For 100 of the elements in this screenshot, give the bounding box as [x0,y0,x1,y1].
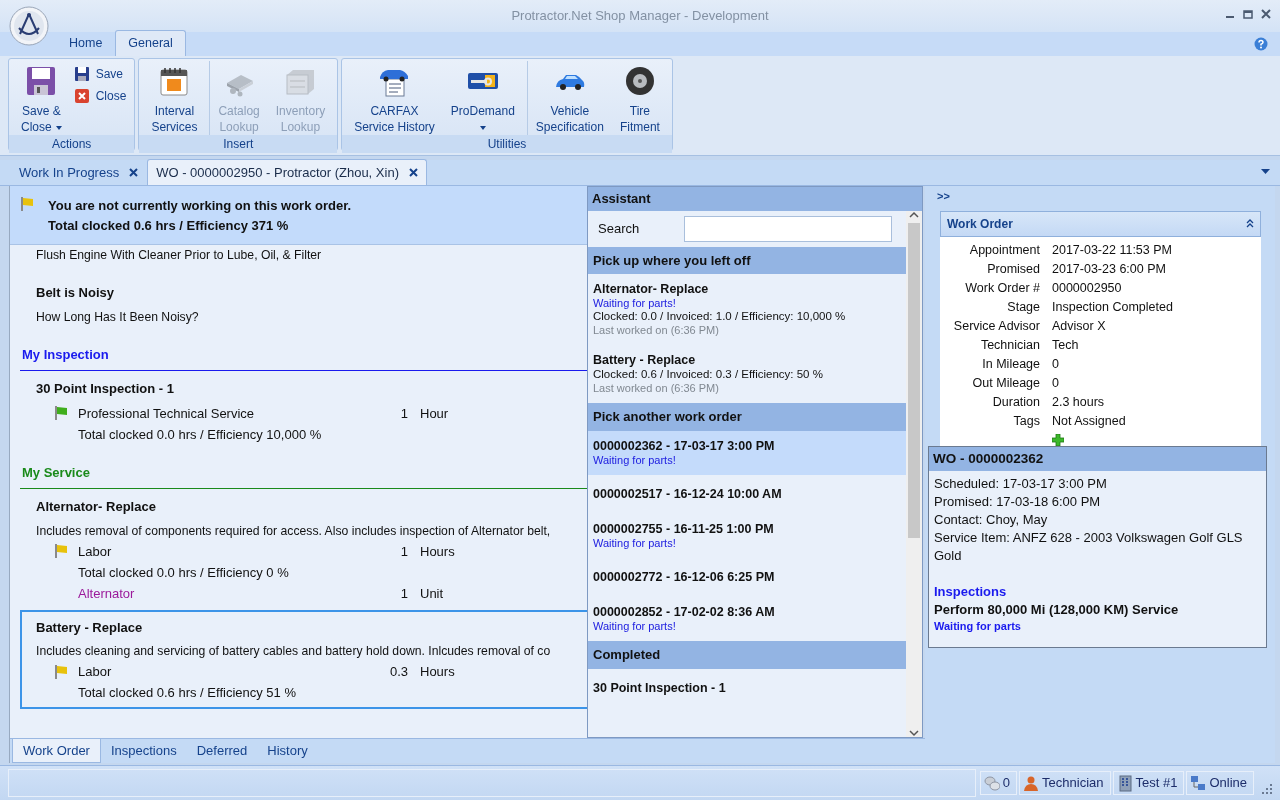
detail-text: Promised: 17-03-18 6:00 PM [933,492,1102,511]
entry-title: Alternator- Replace [593,282,710,297]
status-item[interactable]: Online [1186,771,1254,795]
status-item[interactable]: 0 [979,771,1018,795]
field-label: Search [598,219,641,238]
field-value: 0000002950 [1052,279,1122,297]
status-text: 0 [1002,774,1011,793]
description-text: Flush Engine With Cleaner Prior to Lube, Oil, & Filter [35,247,322,264]
description-text: Includes cleaning and servicing of battery cables and battery hold down. Inlcudes removal of co [36,643,551,660]
entry-title: 0000002852 - 17-02-02 8:36 AM [593,605,776,621]
field-label: In Mileage [981,355,1041,373]
detail-text: Service Item: ANFZ 628 - 2003 Volkswagen Golf GLS Gold [933,528,1244,565]
close-icon[interactable] [129,167,139,177]
entry-title: 0000002362 - 17-03-17 3:00 PM [593,438,776,454]
ribbon-button[interactable]: Save [69,65,131,83]
chat-icon [983,774,1000,792]
close-icon[interactable] [1260,8,1272,20]
status-text: Waiting for parts! [593,453,677,467]
tab[interactable]: Deferred [186,739,258,763]
expand-button[interactable]: >> [926,188,1275,205]
selected-job-card[interactable]: Battery - Replace Includes cleaning and servicing of battery cables and battery hold down. Inlcudes removal of co Labor 0.3 Hours Total clocked 0.6 hrs / Efficiency 51 % [20,609,587,709]
tab[interactable]: Inspections [100,739,187,763]
field-value: 0 [1052,374,1059,392]
labor-name: Professional Technical Service [78,404,256,423]
timestamp-text: Last worked on (6:36 PM) [593,381,720,396]
field-label: Technician [979,336,1041,354]
ribbon-button[interactable]: Close [69,87,131,105]
calendar-icon [158,65,191,97]
ribbon-button[interactable]: ProDemand [442,61,523,135]
card-header[interactable]: Work Order [940,210,1261,237]
tab-label[interactable]: Work In Progress [19,162,120,182]
close-icon[interactable] [408,167,418,177]
status-text: Technician [1042,774,1104,793]
field-value: 2017-03-22 11:53 PM [1052,241,1172,259]
building-icon [1116,774,1133,792]
flag-icon [20,196,34,212]
job-title: Alternator- Replace [36,498,157,516]
panel-title: Assistant [588,187,922,211]
field-label: Tags [1012,412,1041,430]
entry-title: Battery - Replace [593,353,697,369]
ribbon-button[interactable]: Save & Close [13,61,70,135]
document-tab[interactable]: Work In Progress [10,158,148,185]
status-text: Waiting for parts! [593,297,677,311]
summary-text: Total clocked 0.0 hrs / Efficiency 0 % [78,563,289,582]
tab[interactable]: History [257,739,318,763]
work-order-entry[interactable]: 0000002852 - 17-02-02 8:36 AM Waiting for parts! [588,597,906,642]
section-header: Completed [588,641,906,669]
ribbon-button[interactable]: CARFAX Service History [346,61,443,135]
ribbon-button[interactable]: Tire Fitment [611,61,668,135]
quantity-text: 1 [399,404,408,423]
resize-grip-icon[interactable] [1262,784,1272,794]
ribbon-button[interactable]: Interval Services [143,61,206,135]
section-header: Pick up where you left off [588,246,906,274]
field-label: Service Advisor [952,317,1041,335]
job-title: Belt is Noisy [36,284,116,302]
search-field[interactable] [684,215,892,242]
card-title: Work Order [947,215,1013,233]
description-text: How Long Has It Been Noisy? [36,308,199,326]
ribbon-tab[interactable]: Home [56,30,116,56]
field-value: Tech [1052,336,1079,354]
group-label: Actions [9,135,135,153]
tab-label[interactable]: WO - 0000002950 - Protractor (Zhou, Xin) [156,162,399,182]
summary-text: Total clocked 0.6 hrs / Efficiency 51 % [78,684,296,702]
help-icon[interactable] [1254,37,1268,51]
work-order-entry[interactable]: 0000002755 - 16-11-25 1:00 PM Waiting for parts! [588,513,906,559]
work-order-entry[interactable]: Battery - Replace Clocked: 0.6 / Invoiced: 0.3 / Efficiency: 50 % Last worked on (6:36 PM) [588,345,906,404]
field-value: Advisor X [1052,317,1106,335]
notice-text: Total clocked 0.6 hrs / Efficiency 371 % [48,217,290,235]
collapse-icon[interactable] [1246,219,1254,228]
part-name: Alternator [78,584,136,603]
status-item[interactable]: Test #1 [1112,771,1185,795]
field-label: Duration [991,393,1041,411]
scroll-down-icon[interactable] [909,729,919,737]
field-value: Inspection Completed [1052,298,1173,316]
status-item[interactable]: Technician [1019,771,1111,795]
work-order-entry[interactable]: 0000002362 - 17-03-17 3:00 PM Waiting for parts! [588,430,906,475]
field-value: Not Assigned [1052,412,1126,430]
detail-text: Contact: Choy, May [933,510,1049,529]
work-order-entry[interactable]: 0000002772 - 16-12-06 6:25 PM [588,558,906,598]
scroll-up-icon[interactable] [909,210,919,219]
group-label: Insert [139,135,338,153]
field-value: 0 [1052,355,1059,373]
quantity-text: 1 [399,584,408,603]
tab[interactable]: Work Order [12,739,101,763]
status-text: Waiting for parts! [593,620,677,634]
add-icon[interactable] [1052,433,1064,446]
field-label: Work Order # [964,279,1041,297]
work-order-entry[interactable]: 30 Point Inspection - 1 [588,668,906,708]
details-text: Clocked: 0.6 / Invoiced: 0.3 / Efficiency: 50 % [593,368,824,382]
status-text: Test #1 [1135,774,1178,793]
work-order-entry[interactable]: 0000002517 - 16-12-24 10:00 AM [588,474,906,514]
maximize-icon[interactable] [1242,8,1254,20]
ribbon-tab[interactable]: General [115,30,186,56]
caret-icon[interactable] [1261,169,1270,175]
scroll-thumb[interactable] [908,222,920,538]
section-heading: My Service [22,464,90,480]
document-tab[interactable]: WO - 0000002950 - Protractor (Zhou, Xin) [147,158,427,185]
status-text: Online [1209,774,1247,793]
work-order-entry[interactable]: Alternator- Replace Waiting for parts! Clocked: 0.0 / Invoiced: 1.0 / Efficiency: 10,000 % Last worked on (6:36 PM) [588,274,906,346]
scrollbar[interactable] [906,210,922,737]
